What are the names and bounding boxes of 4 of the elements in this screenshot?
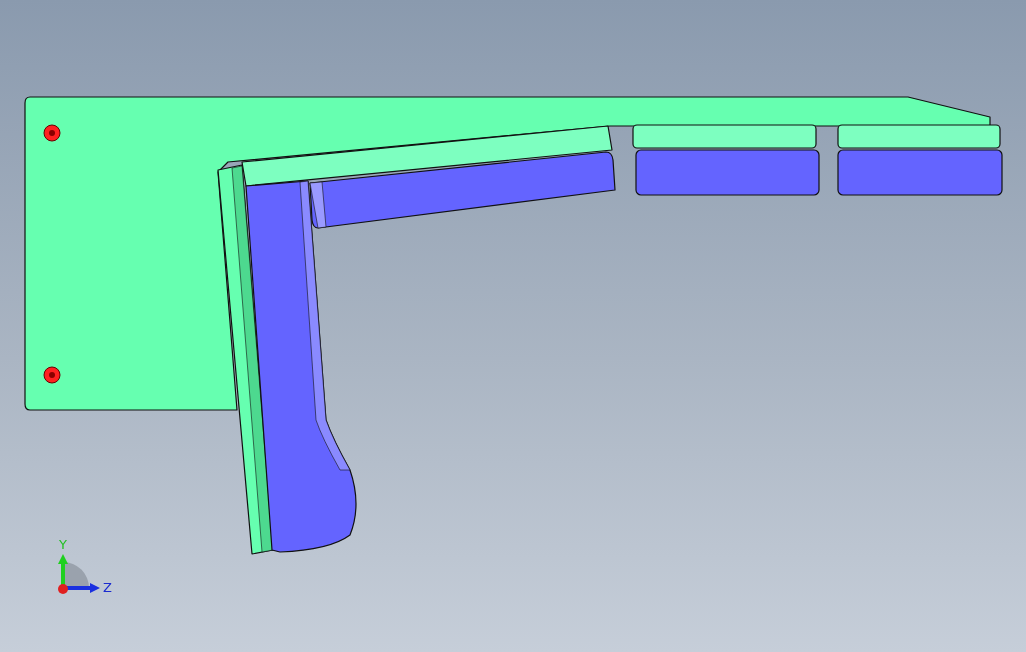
axis-label: Y xyxy=(59,536,67,552)
axis-label: Z xyxy=(103,579,112,595)
origin-icon xyxy=(58,584,68,594)
triad-quadrant-icon xyxy=(63,562,89,588)
